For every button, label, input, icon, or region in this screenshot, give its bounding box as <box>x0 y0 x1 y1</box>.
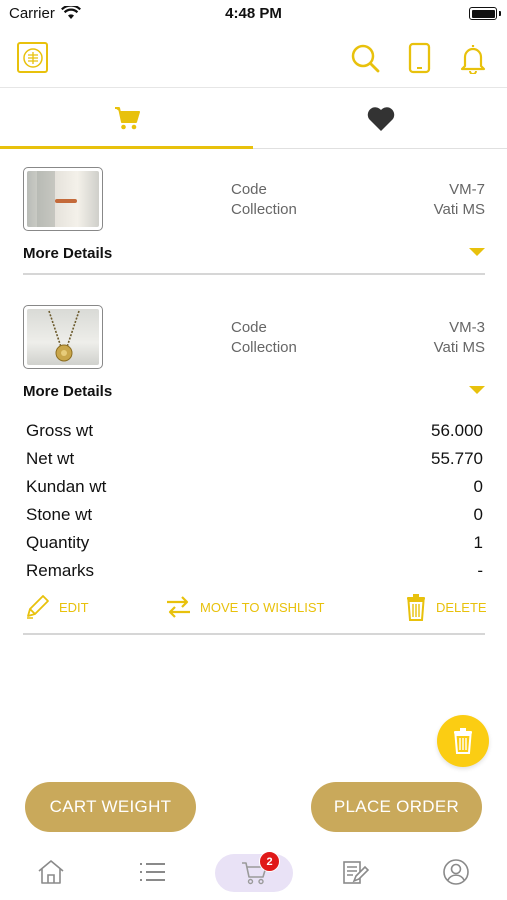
heart-icon <box>367 107 394 131</box>
status-bar: Carrier 4:48 PM <box>0 0 507 30</box>
move-to-wishlist-button[interactable]: MOVE TO WISHLIST <box>165 595 324 619</box>
cart-item: Code VM-3 Collection Vati MS More Detail… <box>23 305 487 640</box>
profile-icon <box>443 859 469 885</box>
chevron-down-icon[interactable] <box>469 386 485 394</box>
pencil-icon <box>27 595 49 619</box>
detail-value: 56.000 <box>431 421 483 440</box>
nav-cart[interactable]: 2 <box>215 851 293 892</box>
cart-weight-button[interactable]: CART WEIGHT <box>25 782 196 832</box>
phone-icon[interactable] <box>404 42 436 74</box>
cart-icon <box>114 106 140 129</box>
cart-count-badge: 2 <box>259 851 280 872</box>
brand-logo[interactable] <box>17 42 48 73</box>
detail-label: Stone wt <box>26 505 93 524</box>
edit-button[interactable]: EDIT <box>23 593 89 621</box>
more-details-toggle[interactable]: More Details <box>23 383 112 400</box>
bottom-navigation: 2 <box>0 848 507 900</box>
code-label: Code <box>231 319 267 336</box>
divider <box>23 273 485 275</box>
logo-emblem-icon <box>22 47 43 68</box>
detail-value: 55.770 <box>431 449 483 468</box>
detail-label: Gross wt <box>26 421 94 440</box>
tab-wishlist[interactable] <box>254 89 507 149</box>
detail-label: Kundan wt <box>26 477 107 496</box>
order-edit-icon <box>343 861 370 884</box>
battery-icon <box>469 7 497 20</box>
cart-item: Code VM-7 Collection Vati MS More Detail… <box>23 167 485 277</box>
nav-home[interactable] <box>21 852 81 892</box>
more-details-toggle[interactable]: More Details <box>23 245 112 262</box>
place-order-button[interactable]: PLACE ORDER <box>311 782 482 832</box>
code-value: VM-7 <box>449 181 485 198</box>
detail-value: 0 <box>473 477 483 496</box>
home-icon <box>38 860 64 884</box>
detail-label: Net wt <box>26 449 75 468</box>
collection-label: Collection <box>231 339 297 356</box>
code-value: VM-3 <box>449 319 485 336</box>
chevron-down-icon[interactable] <box>469 248 485 256</box>
swap-arrows-icon <box>167 596 190 618</box>
code-label: Code <box>231 181 267 198</box>
collection-value: Vati MS <box>433 339 485 356</box>
tab-cart[interactable] <box>0 89 253 149</box>
bell-icon[interactable] <box>457 42 489 74</box>
trash-icon <box>407 594 425 621</box>
search-icon[interactable] <box>349 42 381 74</box>
nav-profile[interactable] <box>426 852 486 892</box>
detail-label: Quantity <box>26 533 90 552</box>
product-thumbnail[interactable] <box>23 305 103 369</box>
cart-wishlist-tabs <box>0 89 507 149</box>
detail-value: 0 <box>473 505 483 524</box>
detail-value: 1 <box>473 533 483 552</box>
divider <box>23 633 485 635</box>
clock: 4:48 PM <box>225 5 282 22</box>
move-to-wishlist-label: MOVE TO WISHLIST <box>200 599 325 615</box>
collection-label: Collection <box>231 201 297 218</box>
collection-value: Vati MS <box>433 201 485 218</box>
edit-label: EDIT <box>59 599 89 615</box>
battery-cap <box>499 11 501 16</box>
trash-icon <box>454 728 472 754</box>
detail-label: Remarks <box>26 561 95 580</box>
delete-button[interactable]: DELETE <box>404 592 487 622</box>
clear-cart-fab[interactable] <box>437 715 489 767</box>
delete-label: DELETE <box>436 599 487 615</box>
nav-orders[interactable] <box>325 852 385 892</box>
app-header <box>0 30 507 88</box>
product-thumbnail[interactable] <box>23 167 103 231</box>
nav-list[interactable] <box>122 852 182 892</box>
list-icon <box>140 863 165 881</box>
detail-value: - <box>477 561 483 580</box>
